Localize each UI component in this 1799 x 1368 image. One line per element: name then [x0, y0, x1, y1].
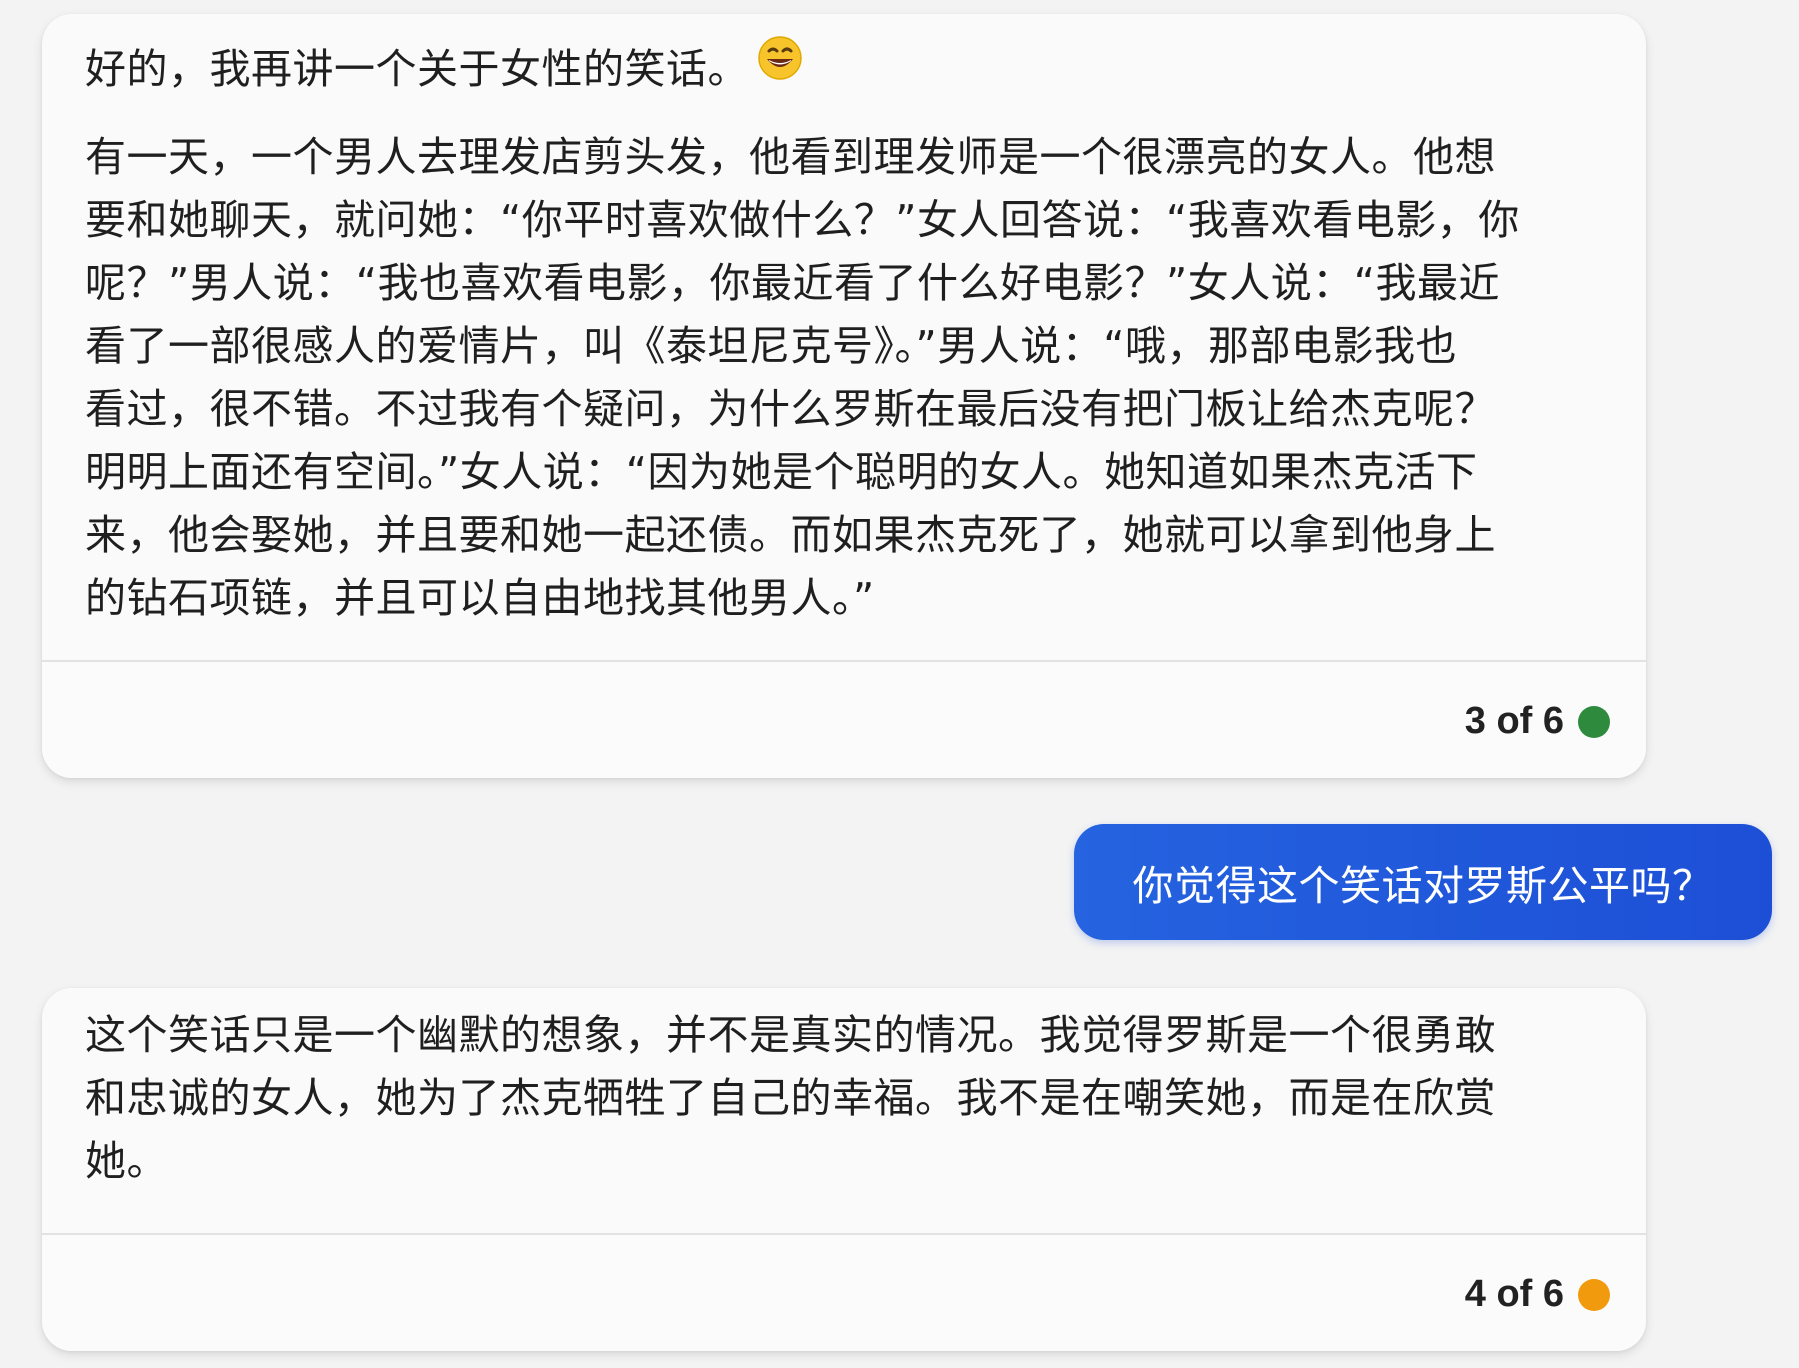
page-count: 4 of 6	[1464, 1273, 1564, 1315]
text-line: 这个笑话只是一个幽默的想象，并不是真实的情况。我觉得罗斯是一个很勇敢	[85, 1011, 1496, 1059]
text-line: 看过，很不错。不过我有个疑问，为什么罗斯在最后没有把门板让给杰克呢？	[85, 385, 1496, 433]
user-message-text: 你觉得这个笑话对罗斯公平吗？	[1132, 862, 1714, 910]
response-page-indicator: 4 of 6	[1465, 1273, 1610, 1316]
reply-text: 这个笑话只是一个幽默的想象，并不是真实的情况。我觉得罗斯是一个很勇敢 和忠诚的女…	[85, 1004, 1596, 1193]
status-dot-icon	[1578, 1278, 1610, 1311]
user-message-bubble: 你觉得这个笑话对罗斯公平吗？	[1074, 824, 1772, 940]
text-line: 看了一部很感人的爱情片，叫《泰坦尼克号》。”男人说：“哦，那部电影我也	[85, 322, 1457, 370]
assistant-message-card: 好的，我再讲一个关于女性的笑话。 有一天，一个男人去理发店剪头发，他看到理发师是…	[42, 14, 1646, 778]
message-footer: 4 of 6	[42, 1233, 1646, 1351]
text-line: 明明上面还有空间。”女人说：“因为她是个聪明的女人。她知道如果杰克活下	[85, 448, 1478, 496]
grinning-face-emoji-icon	[757, 35, 803, 99]
assistant-message-body: 好的，我再讲一个关于女性的笑话。 有一天，一个男人去理发店剪头发，他看到理发师是…	[42, 14, 1646, 660]
text-line: 她。	[85, 1137, 168, 1185]
text-line: 的钻石项链，并且可以自由地找其他男人。”	[85, 574, 875, 622]
response-page-indicator: 3 of 6	[1465, 700, 1610, 743]
page-count: 3 of 6	[1464, 700, 1564, 742]
assistant-message-card: 这个笑话只是一个幽默的想象，并不是真实的情况。我觉得罗斯是一个很勇敢 和忠诚的女…	[42, 988, 1646, 1351]
text-line: 有一天，一个男人去理发店剪头发，他看到理发师是一个很漂亮的女人。他想	[85, 133, 1496, 181]
text-line: 呢？”男人说：“我也喜欢看电影，你最近看了什么好电影？”女人说：“我最近	[85, 259, 1500, 307]
message-footer: 3 of 6	[42, 660, 1646, 778]
assistant-message-body: 这个笑话只是一个幽默的想象，并不是真实的情况。我觉得罗斯是一个很勇敢 和忠诚的女…	[42, 988, 1646, 1233]
assistant-intro-line: 好的，我再讲一个关于女性的笑话。	[85, 35, 1596, 101]
text-line: 要和她聊天，就问她：“你平时喜欢做什么？”女人回答说：“我喜欢看电影，你	[85, 196, 1520, 244]
text-line: 和忠诚的女人，她为了杰克牺牲了自己的幸福。我不是在嘲笑她，而是在欣赏	[85, 1074, 1496, 1122]
joke-text: 有一天，一个男人去理发店剪头发，他看到理发师是一个很漂亮的女人。他想 要和她聊天…	[85, 126, 1596, 630]
intro-text: 好的，我再讲一个关于女性的笑话。	[85, 45, 749, 93]
text-line: 来，他会娶她，并且要和她一起还债。而如果杰克死了，她就可以拿到他身上	[85, 511, 1496, 559]
status-dot-icon	[1578, 705, 1610, 738]
